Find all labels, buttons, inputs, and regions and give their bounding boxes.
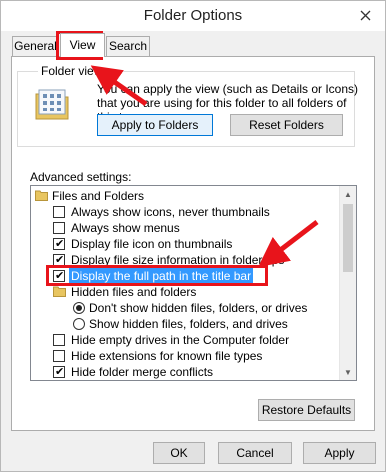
list-item-label: Files and Folders bbox=[52, 189, 145, 203]
restore-defaults-button[interactable]: Restore Defaults bbox=[258, 399, 355, 421]
list-item-label: Hide empty drives in the Computer folder bbox=[71, 333, 290, 347]
checkbox[interactable]: ✔ bbox=[53, 366, 65, 378]
vertical-scrollbar[interactable]: ▲ ▼ bbox=[339, 186, 356, 380]
list-item-label: Hidden files and folders bbox=[71, 285, 197, 299]
checkbox[interactable] bbox=[53, 334, 65, 346]
apply-to-folders-button[interactable]: Apply to Folders bbox=[97, 114, 213, 136]
full-path-highlight bbox=[46, 265, 268, 286]
tab-view[interactable]: View bbox=[60, 33, 105, 57]
scroll-up-icon[interactable]: ▲ bbox=[340, 186, 356, 202]
tab-search[interactable]: Search bbox=[106, 36, 150, 56]
checkbox[interactable] bbox=[53, 206, 65, 218]
folder-icon bbox=[53, 286, 66, 297]
checkmark-icon: ✔ bbox=[55, 366, 65, 378]
close-button[interactable] bbox=[353, 4, 377, 26]
list-item-label: Don't show hidden files, folders, or dri… bbox=[89, 301, 308, 315]
window-title: Folder Options bbox=[143, 7, 243, 24]
close-icon bbox=[360, 10, 370, 20]
list-item-label: Show hidden files, folders, and drives bbox=[89, 317, 288, 331]
checkbox[interactable] bbox=[53, 350, 65, 362]
list-item-label: Display file icon on thumbnails bbox=[71, 237, 233, 251]
scroll-down-icon[interactable]: ▼ bbox=[340, 364, 356, 380]
folder-icon bbox=[35, 190, 48, 201]
folder-views-icon bbox=[35, 89, 69, 120]
apply-button[interactable]: Apply bbox=[303, 442, 376, 464]
radio-button[interactable] bbox=[73, 318, 85, 330]
checkmark-icon: ✔ bbox=[55, 238, 65, 250]
list-item-label: Hide extensions for known file types bbox=[71, 349, 263, 363]
advanced-settings-label: Advanced settings: bbox=[30, 170, 132, 184]
reset-folders-button[interactable]: Reset Folders bbox=[230, 114, 343, 136]
list-item-label: Hide folder merge conflicts bbox=[71, 365, 214, 379]
radio-button[interactable] bbox=[73, 302, 85, 314]
checkbox[interactable] bbox=[53, 222, 65, 234]
title-bar: Folder Options bbox=[1, 1, 385, 31]
ok-button[interactable]: OK bbox=[153, 442, 205, 464]
scrollbar-thumb[interactable] bbox=[343, 204, 353, 272]
cancel-button[interactable]: Cancel bbox=[218, 442, 292, 464]
list-item-label: Always show icons, never thumbnails bbox=[71, 205, 270, 219]
folder-views-label: Folder views bbox=[38, 64, 112, 78]
tab-general[interactable]: General bbox=[12, 36, 59, 56]
checkbox[interactable]: ✔ bbox=[53, 238, 65, 250]
list-item-label: Always show menus bbox=[71, 221, 180, 235]
